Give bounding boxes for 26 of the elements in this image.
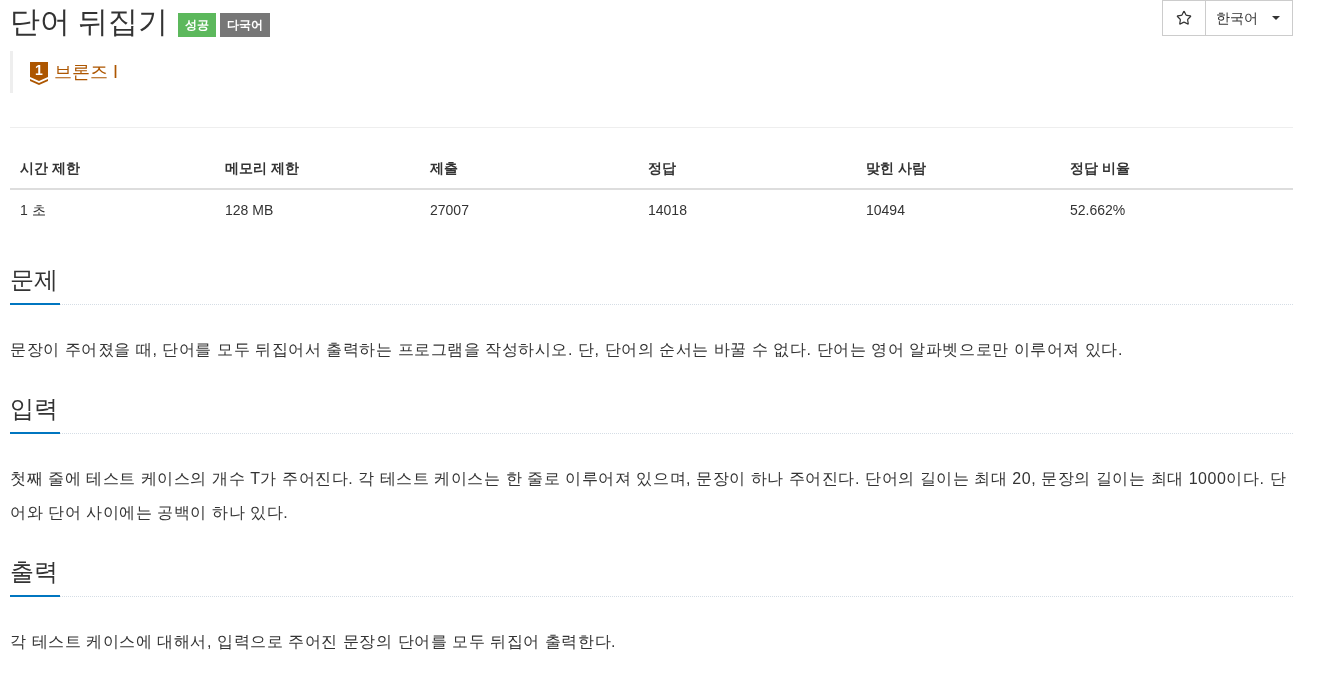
caret-icon — [1272, 16, 1280, 20]
column-header: 정답 비율 — [1069, 159, 1131, 178]
table-cell-text: 128 MB — [224, 200, 275, 220]
section-heading: 입력 — [10, 394, 60, 434]
section-heading: 출력 — [10, 557, 60, 597]
column-header: 메모리 제한 — [224, 159, 300, 178]
section-heading: 문제 — [10, 265, 60, 305]
section-text: 각 테스트 케이스에 대해서, 입력으로 주어진 문장의 단어를 모두 뒤집어 출력한다. — [10, 632, 618, 652]
star-icon — [1176, 10, 1192, 26]
tier-link[interactable]: 브론즈 I — [54, 61, 118, 83]
table-cell-text: 52.662% — [1069, 200, 1127, 220]
problem-title: 단어 뒤집기 — [10, 5, 169, 39]
status-badge: 성공 — [178, 13, 217, 37]
table-cell-text: 27007 — [429, 200, 470, 220]
column-header: 정답 — [647, 159, 677, 178]
table-cell-text: 10494 — [865, 200, 906, 220]
language-select[interactable]: 한국어 — [1206, 0, 1293, 36]
status-badge: 다국어 — [220, 13, 271, 37]
column-header: 제출 — [429, 159, 459, 178]
column-header: 맞힌 사람 — [865, 159, 927, 178]
star-button[interactable] — [1162, 0, 1206, 36]
table-cell-text: 1 초 — [19, 200, 47, 220]
column-header: 시간 제한 — [19, 159, 81, 178]
section-text: 첫째 줄에 테스트 케이스의 개수 T가 주어진다. 각 테스트 케이스는 한 줄로 이루어져 있으며, 문장이 하나 주어진다. 단어의 길이는 최대 20, 문장의 길이는 최대 1000이다. 단어와 단어 사이에는 공백이 하나 있다. — [10, 469, 1288, 523]
table-cell-text: 14018 — [647, 200, 688, 220]
section-text: 문장이 주어졌을 때, 단어를 모두 뒤집어서 출력하는 프로그램을 작성하시오. 단, 단어의 순서는 바꿀 수 없다. 단어는 영어 알파벳으로만 이루어져 있다. — [10, 340, 1124, 360]
